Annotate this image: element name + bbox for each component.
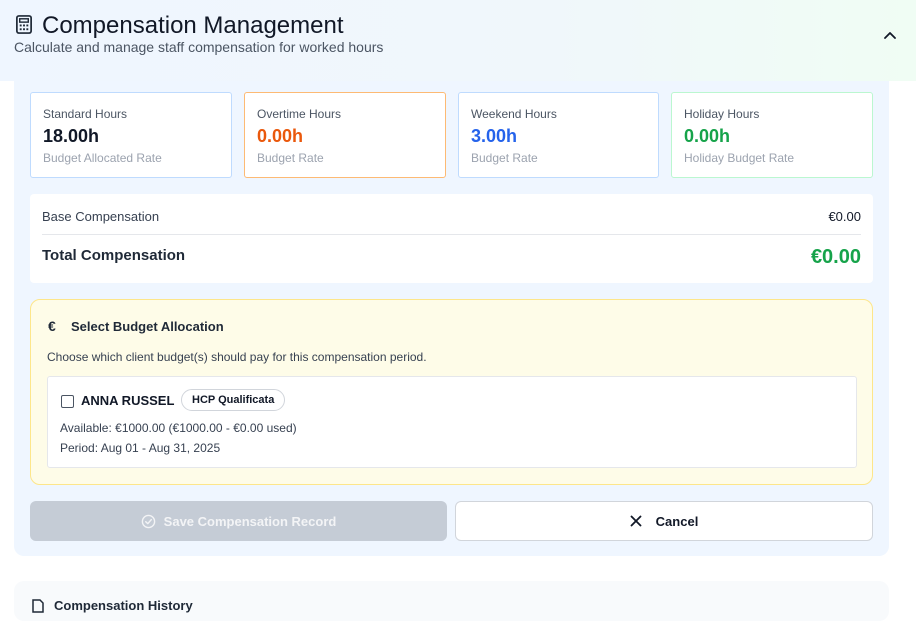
chevron-up-icon[interactable]: [882, 28, 898, 44]
stat-sublabel: Budget Rate: [257, 151, 324, 165]
stat-value: 3.00h: [471, 126, 518, 146]
stat-label: Holiday Hours: [684, 107, 760, 121]
stat-card-standard: Standard Hours 18.00h Budget Allocated R…: [30, 92, 232, 178]
budget-allocation-description: Choose which client budget(s) should pay…: [47, 350, 427, 364]
page-title: Compensation Management: [42, 12, 344, 39]
client-budget-card[interactable]: ANNA RUSSEL HCP Qualificata Available: €…: [47, 376, 857, 468]
cancel-button[interactable]: Cancel: [455, 501, 873, 541]
cancel-button-label: Cancel: [655, 513, 699, 529]
compensation-summary: Base Compensation €0.00 Total Compensati…: [30, 194, 873, 283]
save-button-label: Save Compensation Record: [163, 513, 337, 529]
close-icon: [630, 515, 642, 527]
budget-allocation-title: Select Budget Allocation: [71, 319, 224, 334]
client-budget-checkbox[interactable]: [61, 395, 74, 408]
euro-icon: €: [48, 318, 56, 334]
base-compensation-value: €0.00: [828, 209, 861, 224]
stat-label: Weekend Hours: [471, 107, 557, 121]
page-subtitle: Calculate and manage staff compensation …: [14, 39, 384, 55]
client-badge: HCP Qualificata: [181, 389, 286, 411]
document-icon: [32, 599, 44, 613]
stat-value: 0.00h: [257, 126, 304, 146]
stat-card-holiday: Holiday Hours 0.00h Holiday Budget Rate: [671, 92, 873, 178]
stat-value: 18.00h: [43, 126, 100, 146]
compensation-history-section: Compensation History: [14, 581, 889, 621]
stat-sublabel: Holiday Budget Rate: [684, 151, 795, 165]
budget-allocation-section: € Select Budget Allocation Choose which …: [30, 299, 873, 485]
compensation-panel: Standard Hours 18.00h Budget Allocated R…: [14, 81, 889, 556]
page-header: Compensation Management Calculate and ma…: [0, 0, 916, 81]
client-available: Available: €1000.00 (€1000.00 - €0.00 us…: [60, 421, 297, 435]
calculator-icon: [16, 15, 32, 34]
stat-label: Standard Hours: [43, 107, 128, 121]
save-compensation-button[interactable]: Save Compensation Record: [30, 501, 447, 541]
stat-sublabel: Budget Rate: [471, 151, 538, 165]
stat-value: 0.00h: [684, 126, 731, 146]
client-period: Period: Aug 01 - Aug 31, 2025: [60, 441, 221, 455]
stat-card-weekend: Weekend Hours 3.00h Budget Rate: [458, 92, 659, 178]
total-compensation-label: Total Compensation: [42, 247, 186, 264]
stat-label: Overtime Hours: [257, 107, 342, 121]
divider: [42, 234, 861, 235]
check-circle-icon: [141, 514, 155, 528]
stat-sublabel: Budget Allocated Rate: [43, 151, 162, 165]
stat-card-overtime: Overtime Hours 0.00h Budget Rate: [244, 92, 446, 178]
client-name: ANNA RUSSEL: [81, 393, 175, 408]
base-compensation-label: Base Compensation: [42, 209, 160, 224]
total-compensation-value: €0.00: [810, 246, 861, 268]
